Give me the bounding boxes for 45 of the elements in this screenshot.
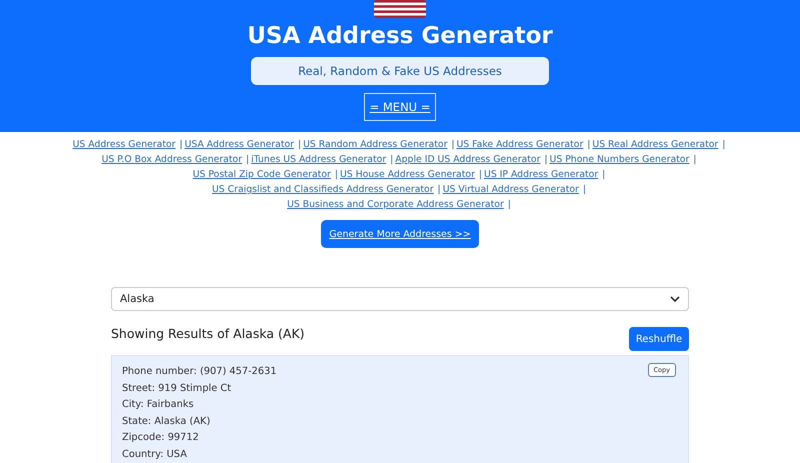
generator-link[interactable]: US Postal Zip Code Generator	[192, 169, 331, 180]
separator: |	[602, 169, 606, 180]
generate-more-button[interactable]: Generate More Addresses >>	[321, 220, 479, 248]
generator-link[interactable]: US Address Generator	[72, 139, 176, 150]
generator-link[interactable]: USA Address Generator	[184, 139, 294, 150]
generator-link[interactable]: US Craigslist and Classifieds Address Generator	[212, 184, 434, 195]
separator: |	[544, 154, 548, 165]
separator: |	[693, 154, 696, 165]
separator: |	[478, 169, 482, 180]
address-line: Street: 919 Stimple Ct	[122, 382, 232, 396]
generator-link[interactable]: US Real Address Generator	[592, 139, 718, 150]
site-title: USA Address Generator	[247, 22, 553, 51]
separator: |	[390, 154, 394, 165]
separator: |	[179, 139, 183, 150]
separator: |	[582, 184, 586, 195]
generator-link[interactable]: US Fake Address Generator	[456, 139, 584, 150]
address-line: State: Alaska (AK)	[122, 414, 210, 428]
separator: |	[587, 139, 590, 150]
generator-link[interactable]: US IP Address Generator	[484, 169, 598, 180]
tagline-box: Real, Random & Fake US Addresses	[251, 57, 549, 85]
generator-link[interactable]: US House Address Generator	[340, 169, 475, 180]
reshuffle-button[interactable]: Reshuffle	[629, 327, 689, 351]
address-line: Phone number: (907) 457-2631	[122, 365, 277, 379]
separator: |	[722, 139, 726, 150]
generator-link[interactable]: US Random Address Generator	[303, 139, 448, 150]
generator-link[interactable]: US Business and Corporate Address Generator	[287, 199, 504, 210]
separator: |	[438, 184, 441, 195]
separator: |	[508, 199, 511, 210]
results-heading: Showing Results of Alaska (AK)	[111, 326, 305, 341]
generator-link[interactable]: US Phone Numbers Generator	[550, 154, 690, 165]
generator-link[interactable]: iTunes US Address Generator	[251, 154, 386, 165]
flag-icon	[374, 0, 426, 18]
menu-button[interactable]: = MENU =	[364, 93, 436, 121]
address-line: City: Fairbanks	[122, 398, 194, 412]
separator: |	[246, 154, 250, 165]
separator: |	[298, 139, 302, 150]
address-line: Country: USA	[122, 448, 187, 462]
generator-link[interactable]: US Virtual Address Generator	[442, 184, 579, 195]
chevron-down-icon	[670, 296, 680, 302]
address-line: Zipcode: 99712	[122, 431, 199, 445]
separator: |	[334, 169, 338, 180]
generator-link[interactable]: US P.O Box Address Generator	[102, 154, 242, 165]
state-select[interactable]: Alaska	[111, 287, 689, 311]
separator: |	[451, 139, 454, 150]
generator-link[interactable]: Apple ID US Address Generator	[395, 154, 540, 165]
